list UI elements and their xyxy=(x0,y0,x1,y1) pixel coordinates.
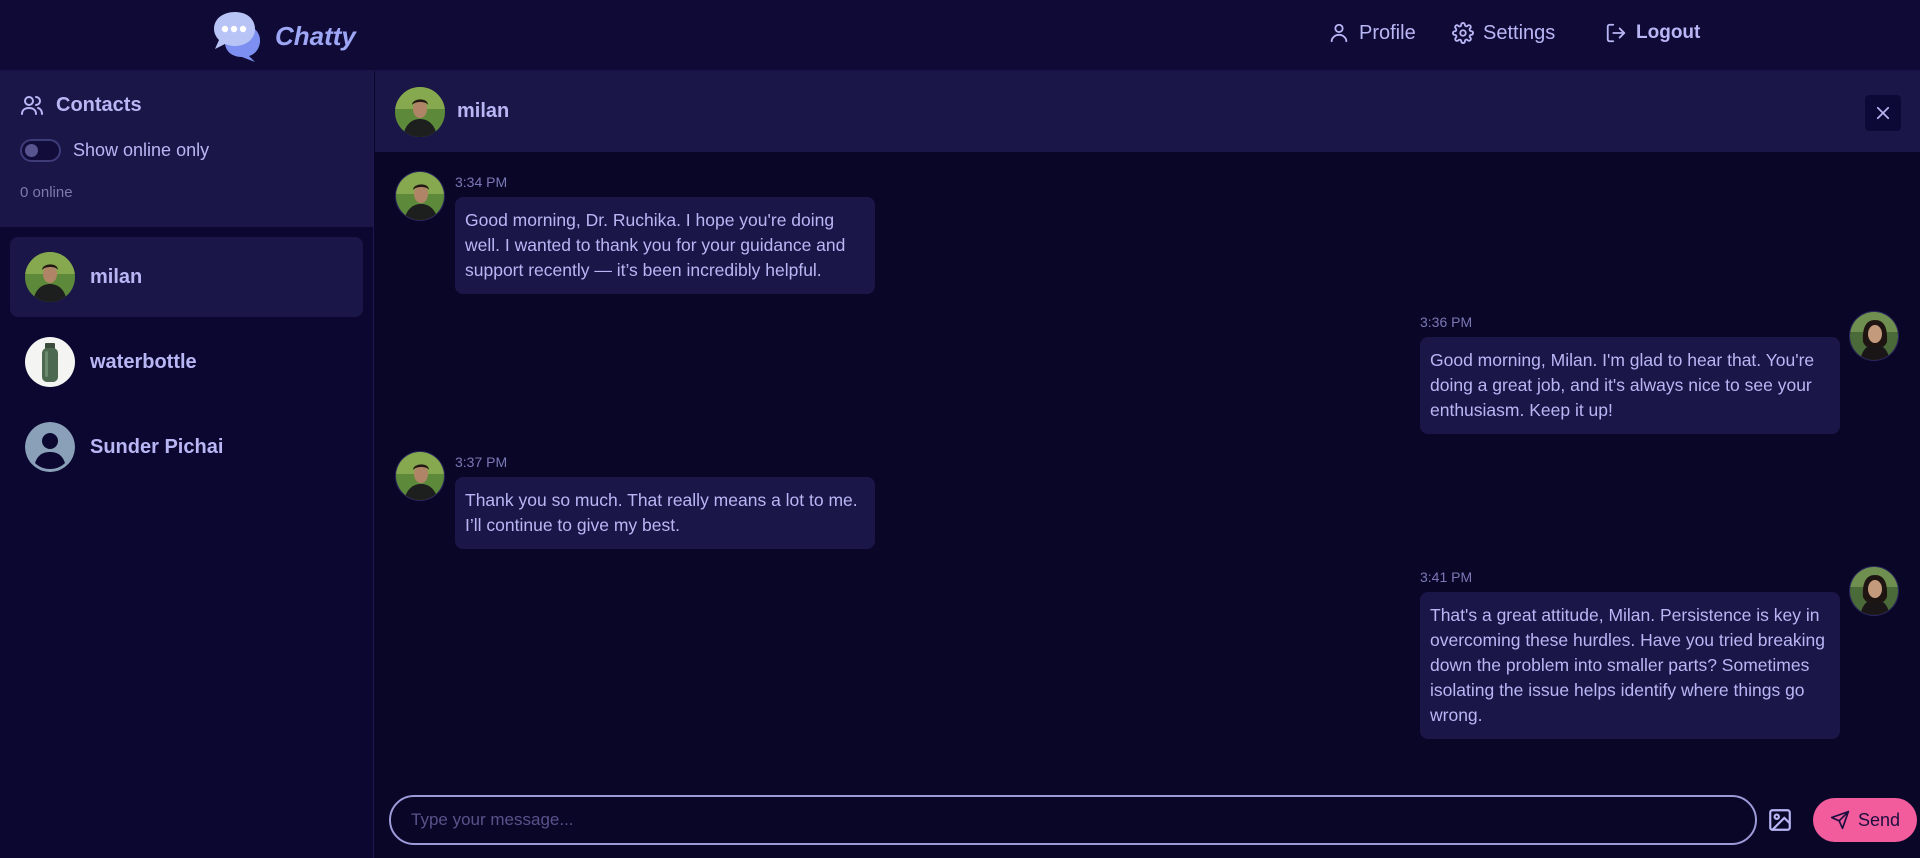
logout-button[interactable]: Logout xyxy=(1605,0,1700,66)
attach-image-button[interactable] xyxy=(1767,807,1793,833)
chat-header: milan xyxy=(375,71,1920,152)
close-chat-button[interactable] xyxy=(1865,95,1901,131)
logout-label: Logout xyxy=(1636,22,1701,43)
send-label: Send xyxy=(1857,809,1901,830)
logout-icon xyxy=(1606,23,1626,43)
contact-name: milan xyxy=(90,265,143,288)
contacts-title: Contacts xyxy=(20,93,353,117)
message-outgoing: 3:41 PM That's a great attitude, Milan. … xyxy=(1420,569,1840,739)
message-time: 3:34 PM xyxy=(455,174,508,190)
message-incoming: 3:37 PM Thank you so much. That really m… xyxy=(455,454,875,549)
contact-item-waterbottle[interactable]: waterbottle xyxy=(10,322,363,402)
gear-icon xyxy=(1452,22,1474,44)
user-icon xyxy=(1330,23,1348,43)
contact-name: Sunder Pichai xyxy=(90,435,224,458)
message-time: 3:36 PM xyxy=(1420,314,1473,330)
message-time: 3:41 PM xyxy=(1420,569,1473,585)
settings-link[interactable]: Settings xyxy=(1452,0,1555,66)
sidebar-header: Contacts Show online only 0 online xyxy=(0,71,373,227)
message-incoming: 3:34 PM Good morning, Dr. Ruchika. I hop… xyxy=(455,174,875,294)
brand[interactable]: Chatty xyxy=(211,7,356,65)
send-icon xyxy=(1830,810,1850,830)
brand-name: Chatty xyxy=(275,20,356,51)
chat-contact-name: milan xyxy=(457,100,510,122)
avatar xyxy=(395,171,445,221)
contacts-sidebar: Contacts Show online only 0 online milan xyxy=(0,71,374,858)
online-count: 0 online xyxy=(20,184,73,201)
avatar xyxy=(1849,566,1899,616)
show-online-label: Show online only xyxy=(73,140,210,160)
contact-item-sunder-pichai[interactable]: Sunder Pichai xyxy=(10,407,363,487)
online-filter-row: Show online only xyxy=(20,139,353,162)
avatar xyxy=(25,337,75,387)
avatar xyxy=(1849,311,1899,361)
default-avatar-icon xyxy=(25,422,75,472)
close-icon xyxy=(1876,106,1890,120)
message-bubble: That's a great attitude, Milan. Persiste… xyxy=(1420,592,1840,739)
avatar xyxy=(395,86,445,137)
contacts-title-label: Contacts xyxy=(56,93,142,116)
image-icon xyxy=(1769,809,1791,831)
message-time: 3:37 PM xyxy=(455,454,508,470)
avatar xyxy=(25,252,75,302)
profile-label: Profile xyxy=(1359,21,1416,44)
contact-name: waterbottle xyxy=(90,350,197,373)
top-navbar: Chatty Profile Settings Logout xyxy=(0,0,1920,71)
message-bubble: Good morning, Milan. I'm glad to hear th… xyxy=(1420,337,1840,434)
message-composer: Send xyxy=(389,795,1917,845)
chat-panel: milan 3:34 PM Good morning, Dr. Ruchika.… xyxy=(375,71,1920,858)
message-outgoing: 3:36 PM Good morning, Milan. I'm glad to… xyxy=(1420,314,1840,434)
message-bubble: Good morning, Dr. Ruchika. I hope you're… xyxy=(455,197,875,294)
profile-link[interactable]: Profile xyxy=(1328,0,1416,66)
message-input[interactable] xyxy=(389,795,1757,845)
message-bubble: Thank you so much. That really means a l… xyxy=(455,477,875,549)
contact-list: milan waterbottle Sunder Pichai xyxy=(0,227,373,502)
chat-bubbles-logo-icon xyxy=(211,9,265,63)
users-icon xyxy=(21,96,43,115)
show-online-toggle[interactable] xyxy=(20,139,61,162)
avatar xyxy=(395,451,445,501)
settings-label: Settings xyxy=(1483,21,1556,44)
contact-item-milan[interactable]: milan xyxy=(10,237,363,317)
send-button[interactable]: Send xyxy=(1813,798,1917,842)
